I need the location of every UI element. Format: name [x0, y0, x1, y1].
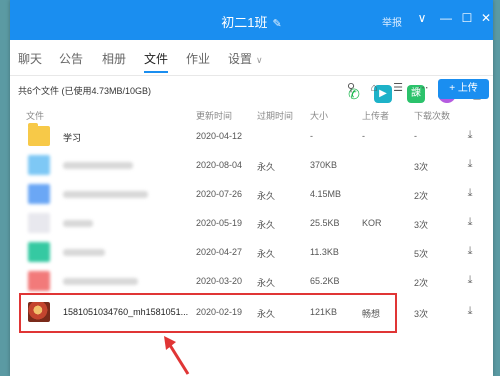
storage-summary: 共6个文件 (已使用4.73MB/10GB) — [18, 86, 152, 96]
chevron-down-icon: ∨ — [256, 55, 263, 65]
download-icon[interactable]: ⤓ — [464, 187, 476, 201]
file-type-icon — [28, 184, 50, 204]
tab-files-label: 文件 — [144, 52, 169, 66]
file-expire: 永久 — [257, 162, 276, 172]
upload-button[interactable]: + 上传 — [438, 79, 489, 99]
file-updated: 2020-05-19 — [196, 218, 243, 228]
file-type-icon — [28, 213, 50, 233]
file-row[interactable]: 2020-07-26 永久 4.15MB 2次 ⤓ — [18, 180, 486, 208]
tab-chat[interactable]: 聊天 — [18, 50, 42, 67]
file-updated: 2020-07-26 — [196, 189, 243, 199]
group-window: 初二1班 ✎ 举报 ∨ — ☐ ✕ 聊天 公告 相册 文件 作业 设置 ∨ ✆ ▶ … — [10, 0, 493, 376]
file-size: 65.2KB — [310, 276, 340, 286]
tab-settings[interactable]: 设置 ∨ — [228, 50, 263, 67]
file-toolbar: 共6个文件 (已使用4.73MB/10GB) ⚲ ⌂ ☰ ⋯ + 上传 — [10, 77, 493, 101]
download-icon[interactable]: ⤓ — [464, 129, 476, 143]
file-expire: 永久 — [257, 191, 276, 201]
download-icon[interactable]: ⤓ — [464, 305, 476, 319]
close-button[interactable]: ✕ — [478, 10, 493, 26]
report-link[interactable]: 举报 — [382, 14, 402, 29]
download-icon[interactable]: ⤓ — [464, 216, 476, 230]
tab-homework[interactable]: 作业 — [186, 50, 210, 67]
file-downloads: 3次 — [414, 309, 429, 319]
chevron-down-icon[interactable]: ∨ — [414, 10, 430, 26]
table-header: 文件 更新时间 过期时间 大小 上传者 下载次数 — [18, 106, 486, 122]
download-icon[interactable]: ⤓ — [464, 245, 476, 259]
file-type-icon — [28, 271, 50, 291]
file-size: 370KB — [310, 160, 338, 170]
upload-label: 上传 — [457, 83, 478, 94]
file-updated: 2020-04-27 — [196, 247, 243, 257]
file-name: 学习 — [63, 133, 82, 143]
blurred-file-name — [63, 278, 138, 285]
file-updated: 2020-04-12 — [196, 131, 243, 141]
file-row[interactable]: 2020-04-27 永久 11.3KB 5次 ⤓ — [18, 238, 486, 266]
column-expire[interactable]: 过期时间 — [257, 109, 293, 122]
tab-announcements[interactable]: 公告 — [59, 50, 83, 67]
file-expire: 永久 — [257, 278, 276, 288]
file-downloads: 3次 — [414, 220, 429, 230]
folder-icon — [28, 123, 50, 146]
inbox-icon[interactable]: ⌂ — [367, 81, 381, 95]
blurred-file-name — [63, 191, 148, 198]
file-row[interactable]: 2020-03-20 永久 65.2KB 2次 ⤓ — [18, 267, 486, 295]
highlight-box — [19, 293, 397, 333]
file-expire: 永久 — [257, 220, 276, 230]
tab-bar: 聊天 公告 相册 文件 作业 设置∨ ✆ ▶ 課 + ▢ — [10, 40, 493, 103]
file-size: - — [310, 131, 313, 141]
column-downloads[interactable]: 下载次数 — [414, 109, 450, 122]
minimize-button[interactable]: — — [438, 10, 454, 26]
file-downloads: 3次 — [414, 162, 429, 172]
column-size[interactable]: 大小 — [310, 109, 328, 122]
blurred-file-name — [63, 220, 93, 227]
file-row[interactable]: 2020-05-19 永久 25.5KB KOR 3次 ⤓ — [18, 209, 486, 237]
tab-album[interactable]: 相册 — [102, 50, 126, 67]
file-downloads: 5次 — [414, 249, 429, 259]
file-size: 4.15MB — [310, 189, 342, 199]
group-name: 初二1班 — [221, 15, 268, 30]
search-icon[interactable]: ⚲ — [344, 81, 358, 95]
annotation-arrow-icon — [164, 336, 190, 375]
file-downloads: 2次 — [414, 278, 429, 288]
file-downloads: - — [414, 131, 417, 141]
column-name[interactable]: 文件 — [26, 109, 44, 122]
list-view-icon[interactable]: ☰ — [391, 81, 405, 95]
tab-settings-label: 设置 — [228, 52, 253, 66]
blurred-file-name — [63, 162, 133, 169]
blurred-file-name — [63, 249, 105, 256]
file-size: 25.5KB — [310, 218, 340, 228]
file-updated: 2020-03-20 — [196, 276, 243, 286]
active-tab-indicator — [144, 71, 169, 73]
file-updated: 2020-08-04 — [196, 160, 243, 170]
file-size: 11.3KB — [310, 247, 339, 257]
file-type-icon — [28, 242, 50, 262]
download-icon[interactable]: ⤓ — [464, 158, 476, 172]
plus-icon: + — [449, 83, 458, 94]
tab-files[interactable]: 文件 — [144, 50, 169, 73]
file-expire: 永久 — [257, 249, 276, 259]
column-uploader[interactable]: 上传者 — [362, 109, 389, 122]
file-row[interactable]: 学习 2020-04-12 - - - ⤓ — [18, 122, 486, 150]
column-updated[interactable]: 更新时间 — [196, 109, 232, 122]
file-uploader: - — [362, 131, 365, 141]
file-uploader: KOR — [362, 218, 382, 228]
maximize-button[interactable]: ☐ — [459, 10, 475, 26]
edit-icon[interactable]: ✎ — [273, 18, 282, 30]
more-icon[interactable]: ⋯ — [416, 81, 430, 95]
download-icon[interactable]: ⤓ — [464, 274, 476, 288]
file-row[interactable]: 2020-08-04 永久 370KB 3次 ⤓ — [18, 151, 486, 179]
title-bar: 初二1班 ✎ 举报 ∨ — ☐ ✕ — [10, 0, 493, 40]
file-type-icon — [28, 155, 50, 175]
file-downloads: 2次 — [414, 191, 429, 201]
